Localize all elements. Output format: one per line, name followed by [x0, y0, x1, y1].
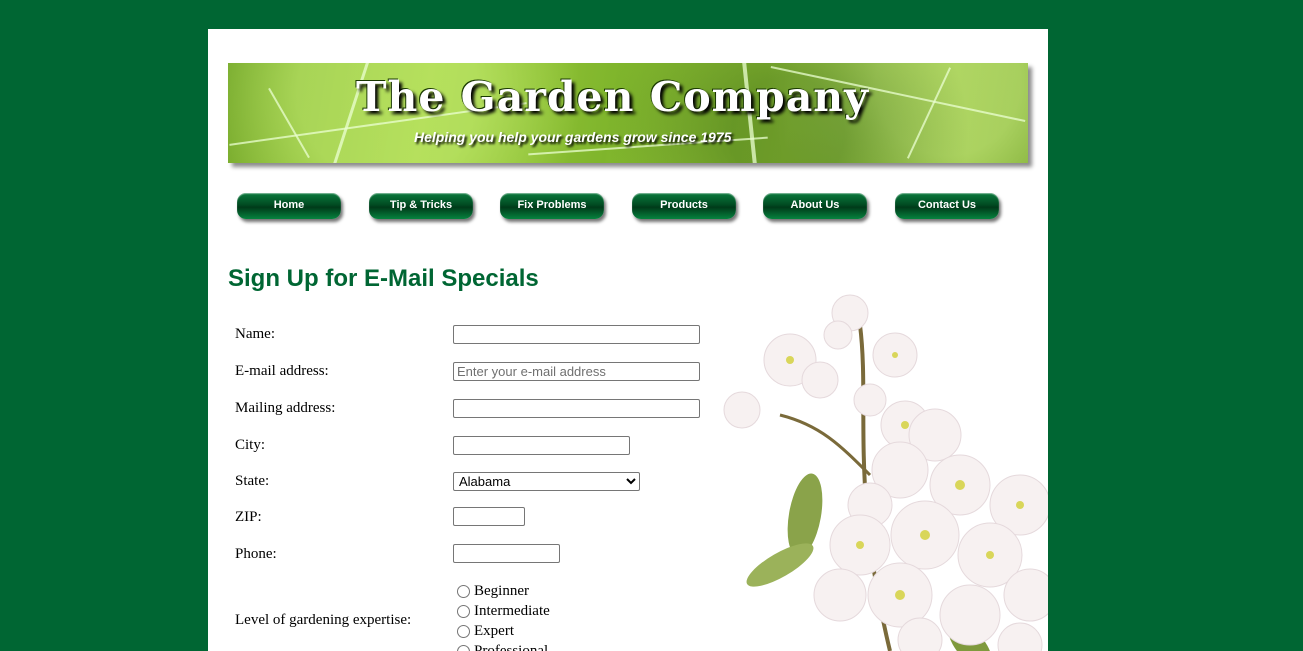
- expertise-option-label: Expert: [474, 623, 514, 639]
- nav-fix-problems-button[interactable]: Fix Problems: [500, 193, 604, 219]
- expertise-radio-intermediate[interactable]: [457, 605, 470, 618]
- expertise-option-label: Intermediate: [474, 603, 550, 619]
- nav-contact-button[interactable]: Contact Us: [895, 193, 999, 219]
- city-input[interactable]: [453, 436, 630, 455]
- expertise-label: Level of gardening expertise:: [235, 612, 412, 628]
- flower-image: [723, 294, 1048, 651]
- expertise-radio-professional[interactable]: [457, 645, 470, 651]
- city-label: City:: [235, 437, 266, 453]
- header-banner: The Garden Company Helping you help your…: [228, 63, 1028, 163]
- zip-label: ZIP:: [235, 509, 262, 525]
- site-tagline: Helping you help your gardens grow since…: [414, 129, 732, 145]
- site-title: The Garden Company: [356, 73, 869, 121]
- expertise-option[interactable]: Beginner: [457, 583, 529, 600]
- expertise-option[interactable]: Expert: [457, 623, 514, 640]
- phone-label: Phone:: [235, 546, 277, 562]
- nav-home-button[interactable]: Home: [237, 193, 341, 219]
- email-label: E-mail address:: [235, 363, 329, 379]
- page-container: The Garden Company Helping you help your…: [208, 29, 1048, 651]
- mailing-address-input[interactable]: [453, 399, 700, 418]
- nav-tips-button[interactable]: Tip & Tricks: [369, 193, 473, 219]
- nav-products-button[interactable]: Products: [632, 193, 736, 219]
- state-select[interactable]: Alabama: [453, 472, 640, 491]
- main-nav: Home Tip & Tricks Fix Problems Products …: [237, 193, 1027, 223]
- expertise-radio-beginner[interactable]: [457, 585, 470, 598]
- nav-about-button[interactable]: About Us: [763, 193, 867, 219]
- name-input[interactable]: [453, 325, 700, 344]
- name-label: Name:: [235, 326, 275, 342]
- state-label: State:: [235, 473, 270, 489]
- expertise-radio-expert[interactable]: [457, 625, 470, 638]
- expertise-option[interactable]: Professional: [457, 643, 548, 651]
- expertise-option-label: Professional: [474, 643, 549, 651]
- zip-input[interactable]: [453, 507, 525, 526]
- page-title: Sign Up for E-Mail Specials: [228, 265, 539, 292]
- email-input[interactable]: [453, 362, 700, 381]
- expertise-option-label: Beginner: [474, 583, 529, 599]
- mailing-address-label: Mailing address:: [235, 400, 336, 416]
- phone-input[interactable]: [453, 544, 560, 563]
- expertise-option[interactable]: Intermediate: [457, 603, 550, 620]
